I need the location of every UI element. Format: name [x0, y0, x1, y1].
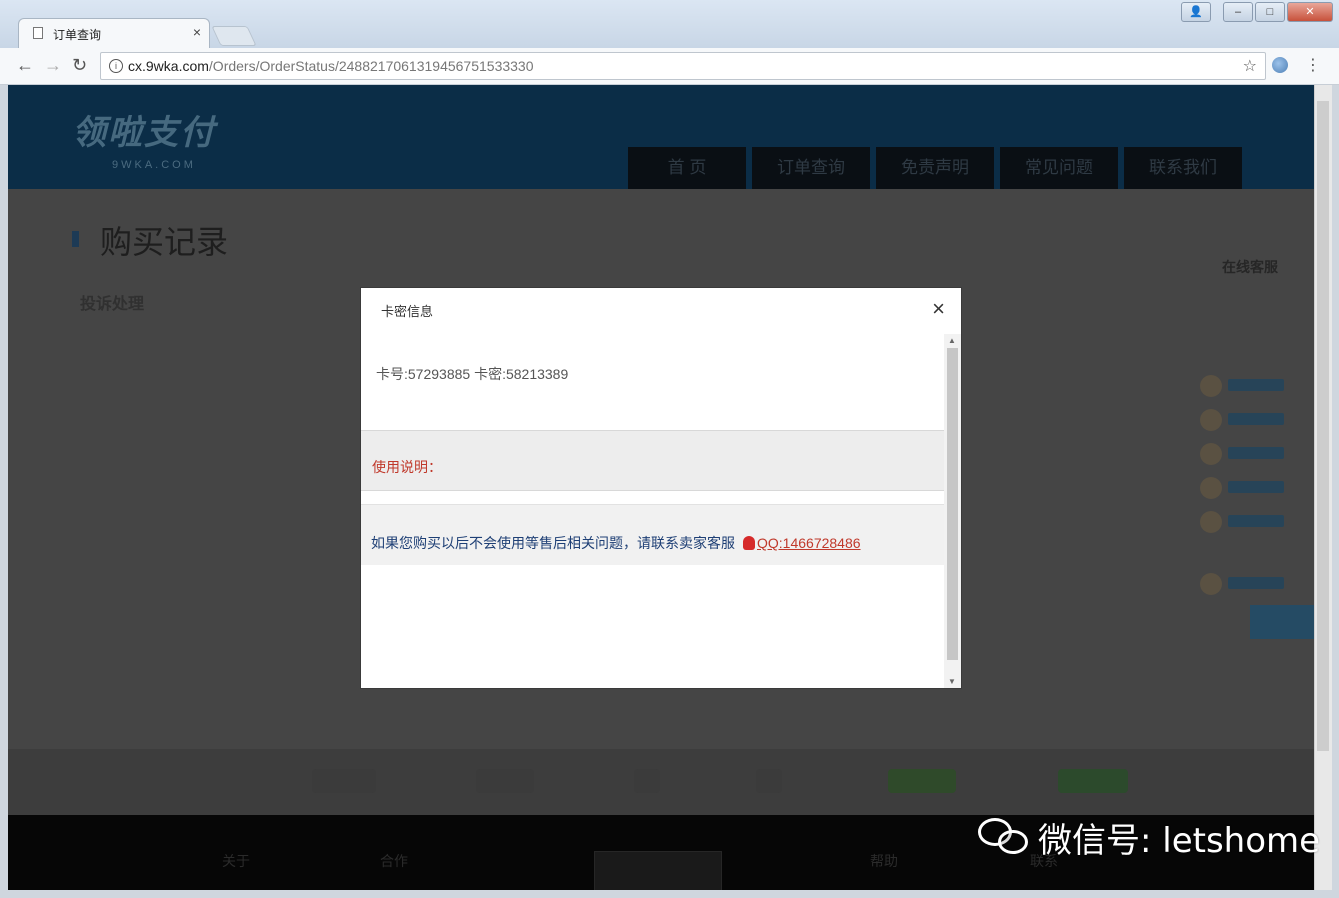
nav-contact[interactable]: 联系我们: [1124, 147, 1242, 189]
footer-link[interactable]: 合作: [380, 851, 408, 871]
main-nav: 首 页 订单查询 免责声明 常见问题 联系我们: [628, 147, 1248, 189]
wechat-watermark: 微信号: letshome: [978, 812, 1320, 862]
partner-logo: [312, 769, 376, 793]
partner-logo: [634, 769, 660, 793]
agent-name: [1228, 413, 1284, 425]
footer-link[interactable]: 关于: [222, 851, 250, 871]
site-logo[interactable]: 领啦支付: [72, 105, 216, 154]
agent-name: [1228, 515, 1284, 527]
bookmark-star-icon[interactable]: ☆: [1243, 56, 1257, 76]
title-accent: [72, 231, 79, 247]
support-agent[interactable]: [1200, 511, 1290, 537]
usage-section: 使用说明：: [361, 430, 944, 491]
watermark-text: 微信号: letshome: [1038, 820, 1321, 861]
forward-arrow-icon[interactable]: →: [44, 56, 62, 74]
browser-titlebar: 订单查询 × 👤 ‒ □ ✕: [0, 0, 1339, 49]
extension-icon[interactable]: [1272, 57, 1288, 73]
page-icon: [33, 27, 43, 39]
tab-title: 订单查询: [53, 28, 102, 42]
qq-link[interactable]: QQ:1466728486: [757, 535, 861, 551]
avatar: [1200, 443, 1222, 465]
scroll-up-arrow-icon[interactable]: ▲: [948, 336, 956, 345]
qr-code: [594, 851, 722, 890]
agent-name: [1228, 379, 1284, 391]
partner-logo: [476, 769, 534, 793]
dialog-body: 卡号:57293885 卡密:58213389 使用说明： 如果您购买以后不会使…: [361, 334, 944, 688]
card-info-dialog: 卡密信息 × 卡号:57293885 卡密:58213389 使用说明： 如果您…: [361, 288, 961, 688]
partner-logo: [756, 769, 782, 793]
support-agent[interactable]: [1200, 477, 1290, 503]
support-agent[interactable]: [1200, 375, 1290, 401]
dialog-header: 卡密信息 ×: [361, 288, 961, 334]
nav-home[interactable]: 首 页: [628, 147, 746, 189]
nav-order-query[interactable]: 订单查询: [752, 147, 870, 189]
dialog-title: 卡密信息: [381, 304, 434, 319]
dialog-scrollbar[interactable]: ▲ ▼: [944, 334, 961, 688]
avatar: [1200, 375, 1222, 397]
agent-name: [1228, 447, 1284, 459]
nav-disclaimer[interactable]: 免责声明: [876, 147, 994, 189]
info-icon[interactable]: i: [109, 59, 123, 73]
agent-name: [1228, 577, 1284, 589]
partner-logo: [888, 769, 956, 793]
chat-bubble: [998, 830, 1028, 854]
wechat-icon: [978, 814, 1030, 860]
card-credentials: 卡号:57293885 卡密:58213389: [376, 366, 569, 382]
browser-menu-icon[interactable]: ⋮: [1305, 55, 1321, 75]
browser-toolbar: ← → ↻ i cx.9wka.com/Orders/OrderStatus/2…: [0, 48, 1339, 85]
left-heading: 投诉处理: [80, 296, 145, 313]
url-host: cx.9wka.com: [128, 58, 209, 74]
support-agent[interactable]: [1200, 443, 1290, 469]
page-scrollbar-thumb[interactable]: [1317, 101, 1329, 751]
footer-link[interactable]: 帮助: [870, 851, 898, 871]
site-header: 领啦支付 9WKA.COM 首 页 订单查询 免责声明 常见问题 联系我们: [8, 85, 1314, 189]
close-icon[interactable]: ×: [932, 296, 945, 322]
tab-close-icon[interactable]: ×: [193, 24, 201, 40]
partners-band: [8, 749, 1314, 821]
agent-name: [1228, 481, 1284, 493]
new-tab-button[interactable]: [211, 26, 257, 46]
reload-icon[interactable]: ↻: [72, 56, 87, 74]
back-arrow-icon[interactable]: ←: [16, 56, 34, 74]
contact-line: 如果您购买以后不会使用等售后相关问题，请联系卖家客服 QQ:1466728486: [371, 533, 861, 553]
page-title: 购买记录: [100, 224, 229, 260]
maximize-button[interactable]: □: [1255, 2, 1285, 22]
qq-icon: [743, 536, 755, 550]
window-close-button[interactable]: ✕: [1287, 2, 1333, 22]
partner-logo: [1058, 769, 1128, 793]
browser-tab[interactable]: 订单查询 ×: [18, 18, 210, 49]
contact-section: 如果您购买以后不会使用等售后相关问题，请联系卖家客服 QQ:1466728486: [361, 504, 944, 565]
window-controls: 👤 ‒ □ ✕: [1181, 2, 1333, 22]
avatar: [1200, 477, 1222, 499]
support-agent[interactable]: [1200, 409, 1290, 435]
scroll-down-arrow-icon[interactable]: ▼: [948, 677, 956, 686]
user-icon[interactable]: 👤: [1181, 2, 1211, 22]
dialog-scrollbar-thumb[interactable]: [947, 348, 958, 660]
minimize-button[interactable]: ‒: [1223, 2, 1253, 22]
contact-text: 如果您购买以后不会使用等售后相关问题，请联系卖家客服: [371, 535, 735, 551]
url-path: /Orders/OrderStatus/24882170613194567515…: [208, 58, 534, 74]
url-text: cx.9wka.com/Orders/OrderStatus/248821706…: [128, 58, 534, 74]
support-title: 在线客服: [1222, 259, 1278, 275]
support-button[interactable]: [1250, 605, 1314, 639]
avatar: [1200, 573, 1222, 595]
site-logo-subtitle: 9WKA.COM: [112, 159, 196, 171]
avatar: [1200, 511, 1222, 533]
nav-faq[interactable]: 常见问题: [1000, 147, 1118, 189]
address-bar[interactable]: i cx.9wka.com/Orders/OrderStatus/2488217…: [100, 52, 1266, 80]
avatar: [1200, 409, 1222, 431]
usage-label: 使用说明：: [372, 459, 442, 475]
support-agent[interactable]: [1200, 573, 1290, 599]
